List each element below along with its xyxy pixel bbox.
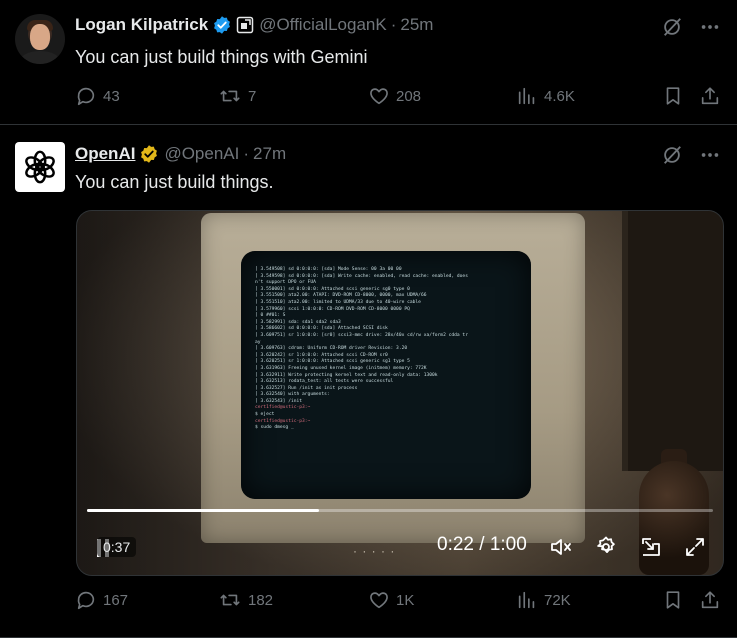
- repost-count: 7: [248, 87, 257, 105]
- terminal-line: [ 3.609751] sr 1:0:0:0: [sr0] scsi3-mmc …: [255, 332, 468, 338]
- views-button[interactable]: 72K: [516, 589, 571, 611]
- reply-button[interactable]: 167: [75, 589, 128, 611]
- repost-count: 182: [248, 591, 274, 609]
- author-name[interactable]: Logan Kilpatrick: [75, 15, 208, 35]
- video-controls: 0:37 · · · · · 0:22 / 1:00: [77, 527, 723, 567]
- bookmark-button[interactable]: [662, 85, 684, 107]
- picture-frame: [622, 211, 723, 471]
- terminal-line: [ 3.579960] scsi 1:0:0:0: CD-ROM DVD-ROM…: [255, 306, 410, 312]
- verified-org-badge-icon: [139, 144, 159, 164]
- like-button[interactable]: 208: [368, 85, 421, 107]
- tweet-logan[interactable]: Logan Kilpatrick @OfficialLoganK · 25m Y…: [0, 0, 737, 125]
- view-count: 4.6K: [544, 87, 575, 105]
- crt-monitor: [ 3.549508] sd 0:0:0:0: [sda] Mode Sense…: [201, 213, 585, 543]
- author-name[interactable]: OpenAI: [75, 144, 135, 164]
- mute-icon[interactable]: [549, 535, 573, 564]
- terminal-line: [ 3.551510] ata2.00: limited to UDMA/33 …: [255, 299, 421, 305]
- tweet-text: You can just build things with Gemini: [75, 47, 368, 67]
- terminal-line: [ 3.551500] ata2.00: ATAPI: DVD-ROM CD-8…: [255, 293, 427, 299]
- grok-icon[interactable]: [661, 16, 683, 43]
- reply-icon: [75, 589, 97, 611]
- reply-icon: [75, 85, 97, 107]
- tweet-time[interactable]: 27m: [253, 144, 286, 164]
- video-time-readout: 0:22 / 1:00: [437, 534, 527, 555]
- settings-gear-icon[interactable]: [594, 535, 618, 564]
- terminal-line: [ 3.586602] sd 0:0:0:0: [sda] Attached S…: [255, 326, 388, 332]
- heart-icon: [368, 85, 390, 107]
- terminal-line: [ 3.620251] sr 1:0:0:0: Attached scsi ge…: [255, 359, 410, 365]
- terminal-screen: [ 3.549508] sd 0:0:0:0: [sda] Mode Sense…: [241, 251, 531, 499]
- openai-logo-icon: [25, 150, 55, 184]
- share-icon: [699, 85, 721, 107]
- pip-icon[interactable]: [639, 535, 663, 564]
- repost-button[interactable]: 7: [218, 85, 256, 107]
- share-icon: [699, 589, 721, 611]
- terminal-line: $ sudo dmesg _: [255, 425, 294, 431]
- separator-dot: ·: [390, 15, 397, 34]
- bookmark-icon: [662, 85, 684, 107]
- grok-icon[interactable]: [661, 144, 683, 171]
- fullscreen-icon[interactable]: [683, 535, 707, 564]
- repost-button[interactable]: 182: [218, 589, 273, 611]
- bookmark-icon: [662, 589, 684, 611]
- tweet-openai[interactable]: OpenAI @OpenAI · 27m You can just build …: [0, 125, 737, 638]
- more-options-icon[interactable]: [699, 144, 721, 171]
- more-options-icon[interactable]: [699, 16, 721, 43]
- affiliate-badge-icon[interactable]: [236, 16, 254, 34]
- like-count: 208: [396, 87, 422, 105]
- author-handle[interactable]: @OpenAI: [164, 144, 239, 164]
- verified-badge-icon: [212, 15, 232, 35]
- avatar[interactable]: [15, 14, 65, 64]
- openai-logo[interactable]: [15, 142, 65, 192]
- like-count: 1K: [396, 591, 415, 609]
- heart-icon: [368, 589, 390, 611]
- video-player[interactable]: [ 3.549508] sd 0:0:0:0: [sda] Mode Sense…: [76, 210, 724, 576]
- author-handle[interactable]: @OfficialLoganK: [259, 15, 387, 35]
- terminal-line: cert1fied@ustic-p3:~: [255, 405, 311, 411]
- share-button[interactable]: [699, 85, 721, 107]
- terminal-line: n't support DPO or FUA: [255, 280, 316, 286]
- reply-count: 167: [103, 591, 129, 609]
- tweet-actions: 43 7 208 4.6K: [75, 85, 723, 111]
- view-count: 72K: [544, 591, 571, 609]
- terminal-line: [ 3.632513] rodata_test: all tests were …: [255, 379, 394, 385]
- views-icon: [516, 85, 538, 107]
- video-progress-fill: [87, 509, 319, 512]
- reply-count: 43: [103, 87, 120, 105]
- video-progress-bar[interactable]: [87, 509, 713, 512]
- tweet-header: OpenAI @OpenAI · 27m: [75, 144, 286, 164]
- views-icon: [516, 589, 538, 611]
- separator-dot: ·: [243, 144, 250, 163]
- terminal-line: $ eject: [255, 412, 275, 418]
- terminal-line: [ 3.632540] with arguments:: [255, 392, 330, 398]
- tweet-text: You can just build things.: [75, 172, 274, 192]
- views-button[interactable]: 4.6K: [516, 85, 575, 107]
- share-button[interactable]: [699, 589, 721, 611]
- terminal-line: [ 3.609763] cdrom: Uniform CD-ROM driver…: [255, 346, 408, 352]
- tweet-time[interactable]: 25m: [400, 15, 433, 35]
- tweet-actions: 167 182 1K 72K: [75, 589, 723, 615]
- repost-icon: [218, 85, 242, 107]
- tweet-header: Logan Kilpatrick @OfficialLoganK · 25m: [75, 15, 433, 35]
- terminal-line: [ 3.631963] Freeing unused kernel image …: [255, 365, 427, 371]
- bookmark-button[interactable]: [662, 589, 684, 611]
- terminal-line: cert1fied@ustic-p3:~: [255, 418, 311, 424]
- like-button[interactable]: 1K: [368, 589, 414, 611]
- terminal-line: [ 3.549508] sd 0:0:0:0: [sda] Mode Sense…: [255, 267, 402, 272]
- elapsed-badge: 0:37: [97, 537, 137, 557]
- reply-button[interactable]: 43: [75, 85, 120, 107]
- terminal-line: [ 0 ##01: S: [255, 313, 286, 319]
- repost-icon: [218, 589, 242, 611]
